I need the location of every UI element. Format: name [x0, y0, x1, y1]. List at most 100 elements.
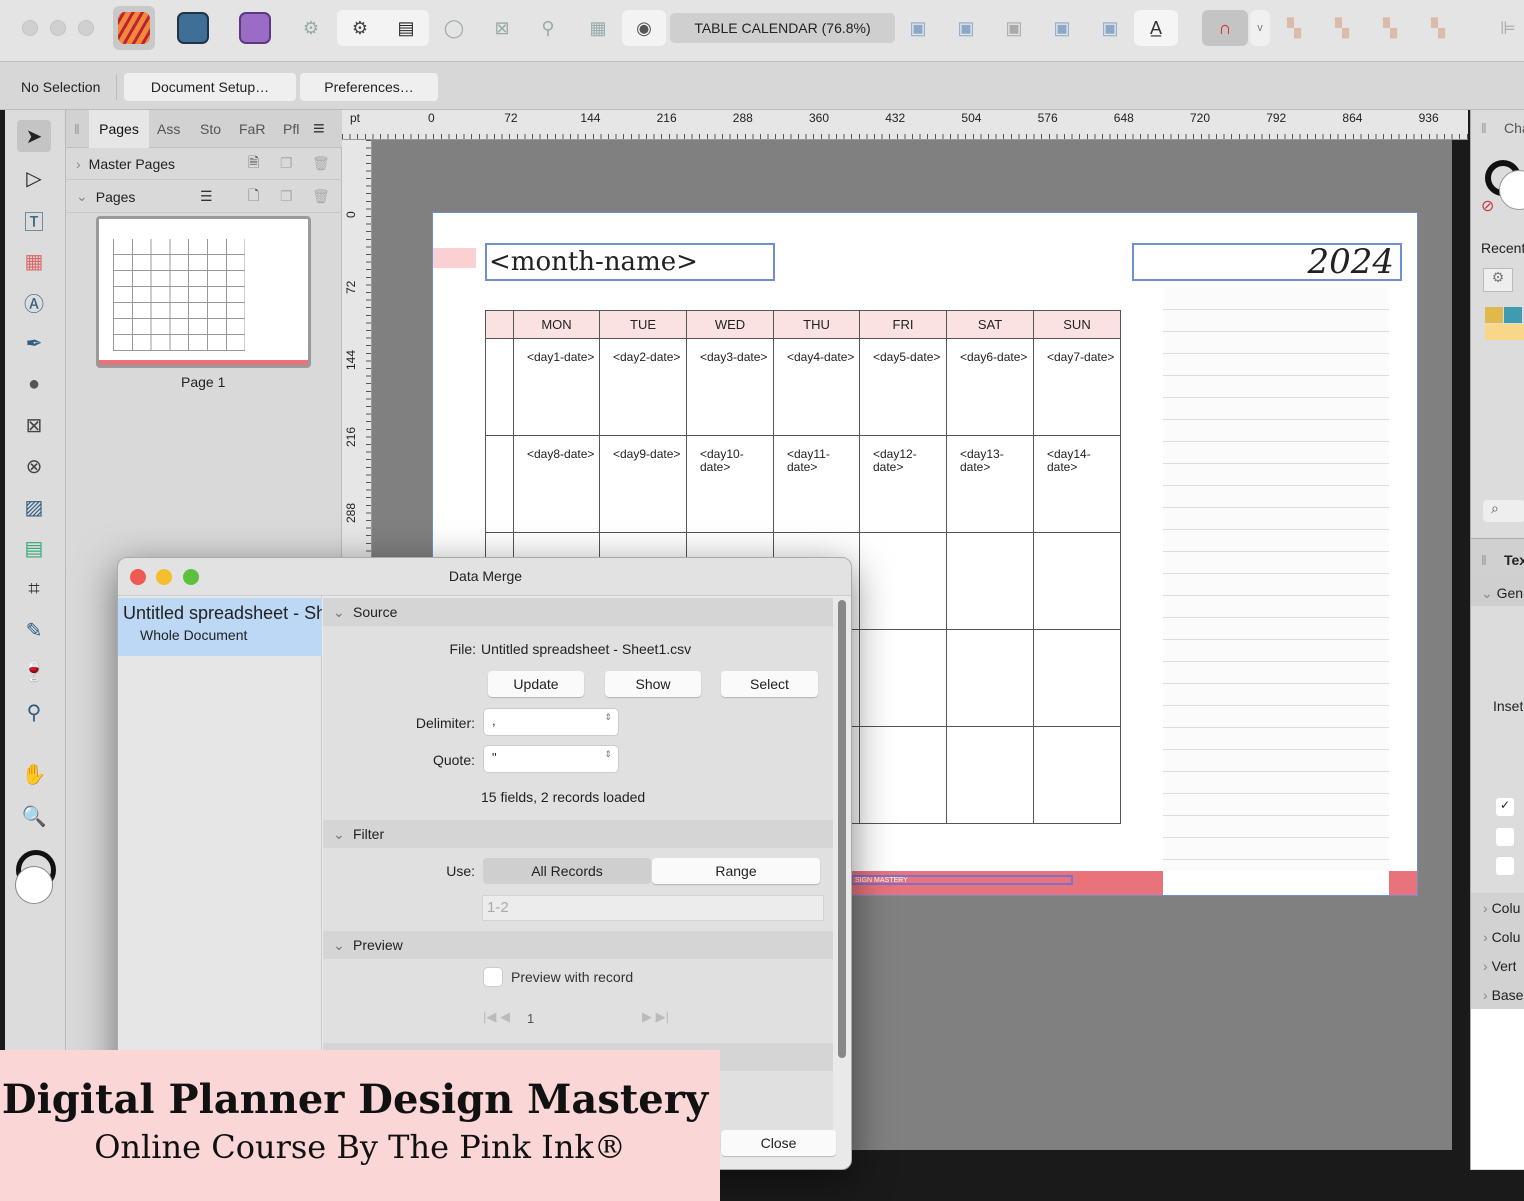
- color-swatch[interactable]: [1485, 324, 1524, 340]
- window-close-button[interactable]: [22, 20, 38, 36]
- duplicate-icon[interactable]: ❐: [280, 155, 293, 172]
- photo-app-icon[interactable]: [237, 10, 273, 46]
- duplicate-page-icon[interactable]: ❐: [280, 188, 293, 205]
- color-swatch[interactable]: [1485, 307, 1503, 323]
- date-cell[interactable]: <day11-date>: [773, 435, 860, 533]
- date-cell[interactable]: <day1-date>: [513, 338, 600, 436]
- eye-icon[interactable]: ◉: [622, 10, 666, 46]
- vertical-alignment-section[interactable]: › Vert: [1483, 958, 1516, 974]
- designer-app-icon[interactable]: [175, 10, 211, 46]
- window-zoom-button[interactable]: [78, 20, 94, 36]
- palette-settings-icon[interactable]: ⚙: [1483, 268, 1513, 292]
- preferences-button[interactable]: Preferences…: [300, 73, 438, 101]
- date-cell[interactable]: <day5-date>: [859, 338, 947, 436]
- date-cell[interactable]: <day10-date>: [686, 435, 774, 533]
- date-cell[interactable]: <day8-date>: [513, 435, 600, 533]
- month-name-field[interactable]: <month-name>: [485, 243, 775, 281]
- snapping-magnet-icon[interactable]: ∩: [1202, 10, 1248, 46]
- show-button[interactable]: Show: [605, 671, 701, 697]
- frame-text-tool-icon[interactable]: 🅃: [17, 204, 51, 236]
- date-cell[interactable]: <day6-date>: [946, 338, 1034, 436]
- preview-checkbox[interactable]: [484, 968, 502, 986]
- update-button[interactable]: Update: [488, 671, 584, 697]
- node-tool-icon[interactable]: ▷: [17, 162, 51, 194]
- pin-icon[interactable]: ⚲: [530, 10, 566, 46]
- checkbox-checked[interactable]: ✓: [1496, 798, 1514, 816]
- close-button[interactable]: Close: [721, 1130, 836, 1156]
- date-cell[interactable]: <day14-date>: [1033, 435, 1121, 533]
- tab-stock[interactable]: Sto: [200, 110, 221, 148]
- tab-pages[interactable]: Pages: [89, 110, 149, 148]
- date-cell[interactable]: <day3-date>: [686, 338, 774, 436]
- hand-tool-icon[interactable]: ✋: [17, 758, 51, 790]
- horizontal-ruler[interactable]: pt 0 72 144 216 288 360 432 504 576 648 720 792 864 9…: [342, 110, 1468, 140]
- merge-list-item[interactable]: Untitled spreadsheet - Sheet1.csv Whole …: [118, 598, 322, 656]
- checkbox[interactable]: [1496, 828, 1514, 846]
- first-record-icon[interactable]: |◀ ◀: [483, 1009, 510, 1025]
- ellipse-frame-tool-icon[interactable]: ⊗: [17, 450, 51, 482]
- arrange-backward-icon[interactable]: ▚: [1420, 10, 1456, 46]
- range-toggle[interactable]: Range: [652, 858, 820, 884]
- apply-master-icon[interactable]: ☰: [200, 188, 213, 205]
- align-left-icon[interactable]: ⊫: [1490, 10, 1524, 46]
- zoom-tool-icon[interactable]: 🔍: [17, 800, 51, 832]
- text-flow-icon[interactable]: A̲: [1134, 10, 1178, 46]
- year-field[interactable]: 2024: [1132, 243, 1402, 281]
- column-rules-section[interactable]: › Colu: [1483, 929, 1520, 945]
- flip-icon[interactable]: ▣: [1092, 10, 1128, 46]
- pages-section[interactable]: ⌄ Pages ☰ 🗋 ❐ 🗑: [66, 181, 342, 213]
- quote-select[interactable]: " ⇕: [484, 746, 618, 772]
- date-cell[interactable]: <day12-date>: [859, 435, 947, 533]
- tab-preflight[interactable]: Pfl: [283, 110, 299, 148]
- cycle-icon[interactable]: ▣: [1044, 10, 1080, 46]
- panel-grip-icon[interactable]: ‖: [74, 110, 80, 148]
- picture-frame-icon[interactable]: ⊠: [484, 10, 520, 46]
- page-thumbnail[interactable]: [96, 216, 311, 368]
- panel-menu-icon[interactable]: ≡: [313, 110, 325, 148]
- no-color-icon[interactable]: ⊘: [1481, 196, 1494, 216]
- all-records-toggle[interactable]: All Records: [483, 858, 651, 884]
- picture-frame-tool-icon[interactable]: ⊠: [17, 409, 51, 441]
- add-master-icon[interactable]: 🗎: [248, 152, 259, 176]
- chevron-down-icon[interactable]: v: [1250, 10, 1270, 46]
- transparency-tool-icon[interactable]: 🍷: [17, 655, 51, 687]
- arrange-forward-icon[interactable]: ▚: [1324, 10, 1360, 46]
- ellipse-tool-icon[interactable]: ●: [17, 368, 51, 400]
- pen-tool-icon[interactable]: ✒: [17, 327, 51, 359]
- place-image-tool-icon[interactable]: ▨: [17, 491, 51, 523]
- select-button[interactable]: Select: [721, 671, 818, 697]
- table-tool-icon[interactable]: ▦: [17, 245, 51, 277]
- tab-find-replace[interactable]: FaR: [239, 110, 265, 148]
- filter-section-header[interactable]: ⌄ Filter: [323, 820, 833, 848]
- date-cell[interactable]: <day13-date>: [946, 435, 1034, 533]
- baseline-section[interactable]: › Base: [1483, 987, 1523, 1003]
- insert-before-icon[interactable]: ▣: [900, 10, 936, 46]
- rotate-icon[interactable]: ▣: [996, 10, 1032, 46]
- add-page-icon[interactable]: 🗋: [248, 185, 259, 209]
- checkbox[interactable]: [1496, 857, 1514, 875]
- range-input[interactable]: 1-2: [482, 895, 824, 921]
- color-picker-tool-icon[interactable]: ⚲: [17, 696, 51, 728]
- scrollbar[interactable]: [838, 600, 846, 1058]
- window-minimize-button[interactable]: [50, 20, 66, 36]
- search-icon[interactable]: ⌕: [1483, 500, 1524, 522]
- settings-icon[interactable]: ⚙: [293, 10, 329, 46]
- tab-character[interactable]: Cha: [1504, 120, 1524, 136]
- columns-section[interactable]: › Colu: [1483, 900, 1520, 916]
- table-data-tool-icon[interactable]: ▤: [17, 532, 51, 564]
- arrange-front-icon[interactable]: ▚: [1276, 10, 1312, 46]
- fill-tool-icon[interactable]: ✎: [17, 614, 51, 646]
- artistic-text-tool-icon[interactable]: Ⓐ: [17, 286, 51, 318]
- date-cell[interactable]: <day2-date>: [599, 338, 687, 436]
- arrange-back-icon[interactable]: ▚: [1372, 10, 1408, 46]
- general-section[interactable]: ⌄ Gen: [1481, 585, 1523, 602]
- tab-text-frame[interactable]: Tex: [1504, 552, 1524, 568]
- crop-tool-icon[interactable]: ⌗: [17, 573, 51, 605]
- delete-page-icon[interactable]: 🗑: [312, 188, 330, 205]
- source-section-header[interactable]: ⌄ Source: [323, 598, 833, 626]
- delete-icon[interactable]: ▣: [948, 10, 984, 46]
- preflight-icon[interactable]: ⚙: [337, 18, 383, 39]
- tab-assets[interactable]: Ass: [157, 110, 180, 148]
- trash-icon[interactable]: 🗑: [312, 155, 330, 172]
- panel-grip-icon[interactable]: ‖: [1481, 120, 1487, 136]
